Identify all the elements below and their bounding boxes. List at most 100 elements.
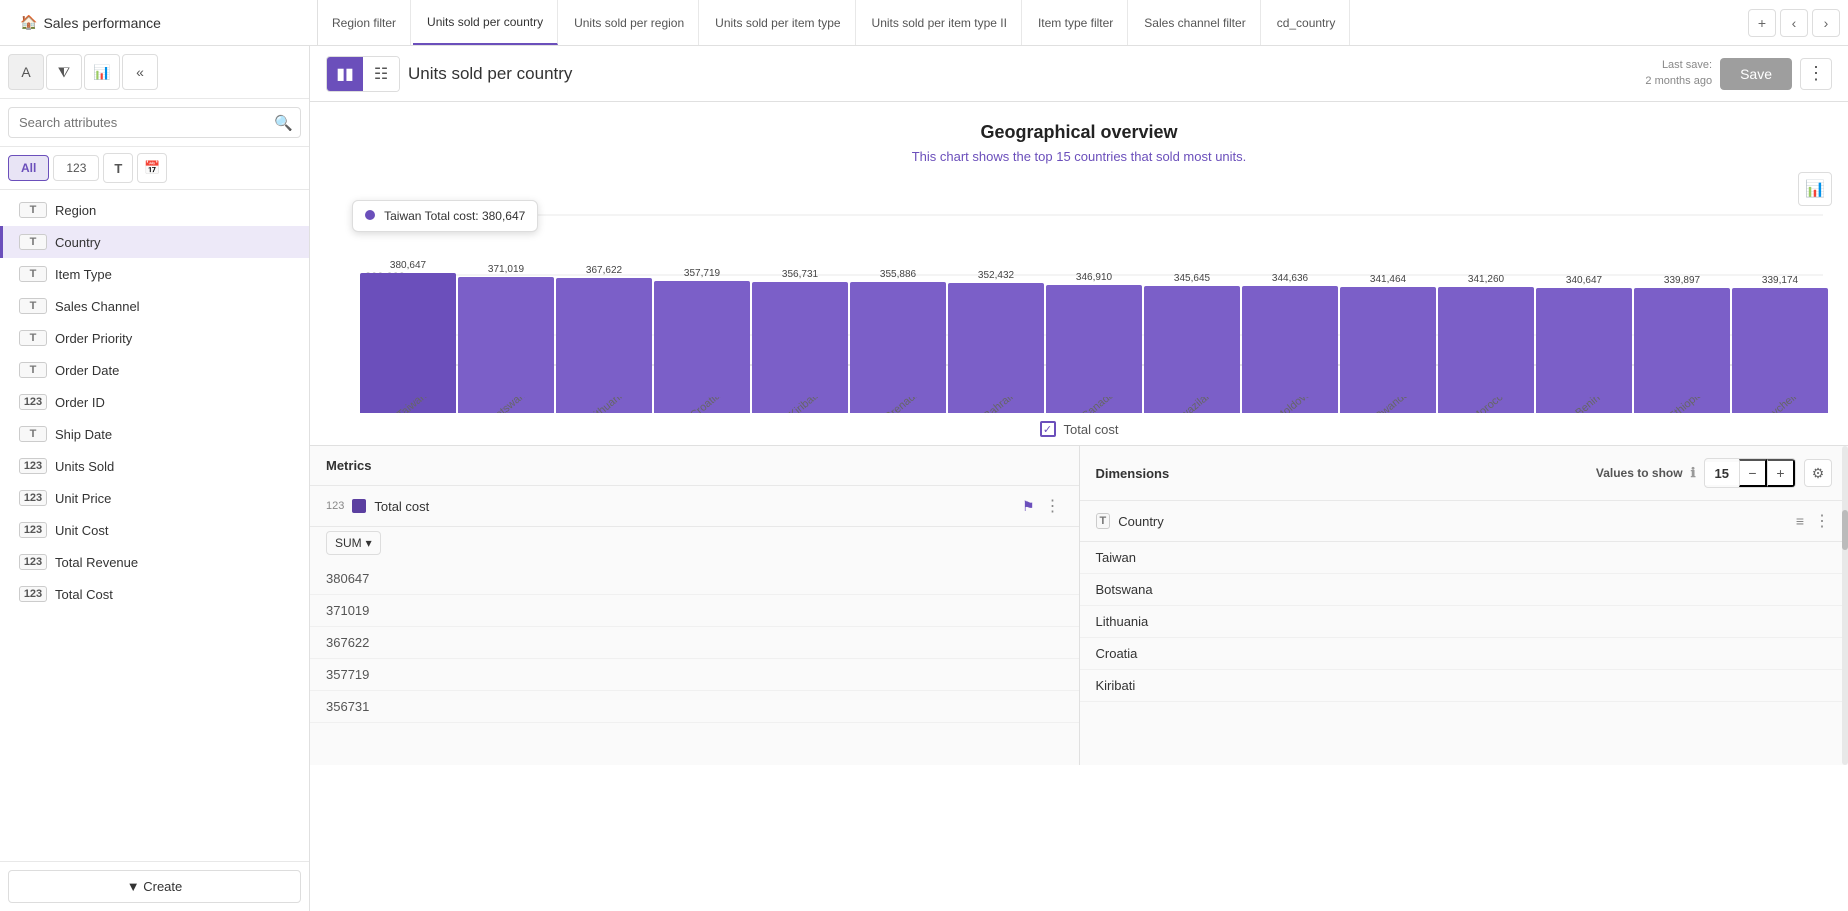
item-label: Ship Date xyxy=(55,427,112,442)
type-icon: T xyxy=(19,266,47,282)
sidebar-item-unit-price[interactable]: 123 Unit Price xyxy=(0,482,309,514)
chart-legend: Total cost xyxy=(310,413,1848,445)
scrollbar[interactable] xyxy=(1842,446,1848,765)
sidebar-item-region[interactable]: T Region xyxy=(0,194,309,226)
bar-benin[interactable] xyxy=(1536,288,1632,413)
type-icon: 123 xyxy=(19,522,47,538)
dimension-data-rows: TaiwanBotswanaLithuaniaCroatiaKiribati xyxy=(1080,542,1848,765)
add-tab-button[interactable]: + xyxy=(1748,9,1776,37)
metric-more-button[interactable]: ⋮ xyxy=(1043,496,1063,516)
filter-tool[interactable]: ⧨ xyxy=(46,54,82,90)
metrics-panel: Metrics 123 Total cost ⚑ ⋮ SUM ▾ xyxy=(310,446,1080,765)
next-tab-button[interactable]: › xyxy=(1812,9,1840,37)
aggregation-dropdown[interactable]: SUM ▾ xyxy=(326,531,381,555)
sidebar-item-sales-channel[interactable]: T Sales Channel xyxy=(0,290,309,322)
bar-swaziland[interactable] xyxy=(1144,286,1240,413)
bar-rwanda[interactable] xyxy=(1340,287,1436,413)
bar-croatia[interactable] xyxy=(654,281,750,413)
dimension-sort-icon[interactable]: ≡ xyxy=(1796,513,1804,529)
bar-chart-view-button[interactable]: ▮▮ xyxy=(327,57,363,91)
sidebar-item-item-type[interactable]: T Item Type xyxy=(0,258,309,290)
increment-button[interactable]: + xyxy=(1767,459,1795,487)
sidebar-item-country[interactable]: T Country xyxy=(0,226,309,258)
sidebar-item-order-id[interactable]: 123 Order ID xyxy=(0,386,309,418)
metric-filter-icon[interactable]: ⚑ xyxy=(1022,498,1035,515)
tab-units-per-country[interactable]: Units sold per country xyxy=(413,0,558,45)
table-row: 371019 xyxy=(310,595,1079,627)
data-rows: 380647371019367622357719356731 xyxy=(310,563,1079,765)
item-label: Unit Price xyxy=(55,491,111,506)
type-icon: T xyxy=(19,234,47,250)
sidebar-item-ship-date[interactable]: T Ship Date xyxy=(0,418,309,450)
tab-item-type-filter[interactable]: Item type filter xyxy=(1024,0,1128,45)
more-options-button[interactable]: ⋮ xyxy=(1800,58,1832,90)
text-filter-tool[interactable]: A xyxy=(8,54,44,90)
bar-grenada[interactable] xyxy=(850,282,946,413)
create-button[interactable]: ▼ Create xyxy=(8,870,301,903)
type-icon: T xyxy=(19,426,47,442)
search-icon[interactable]: 🔍 xyxy=(274,114,293,132)
dropdown-chevron-icon: ▾ xyxy=(366,536,372,550)
filter-all-button[interactable]: All xyxy=(8,155,49,181)
info-icon[interactable]: ℹ xyxy=(1691,465,1696,481)
sidebar-item-units-sold[interactable]: 123 Units Sold xyxy=(0,450,309,482)
item-label: Order Priority xyxy=(55,331,132,346)
app-icon: 🏠 xyxy=(20,14,37,31)
sidebar-item-order-date[interactable]: T Order Date xyxy=(0,354,309,386)
app-title: 🏠 Sales performance xyxy=(8,0,318,45)
tab-sales-channel-filter[interactable]: Sales channel filter xyxy=(1130,0,1260,45)
values-count-input: 15 − + xyxy=(1704,458,1796,488)
filter-date-button[interactable]: 📅 xyxy=(137,153,167,183)
bar-taiwan[interactable] xyxy=(360,273,456,413)
filter-num-button[interactable]: 123 xyxy=(53,155,99,181)
metrics-header: Metrics xyxy=(326,458,372,473)
chart-heading: Geographical overview xyxy=(330,122,1828,143)
table-row: Taiwan xyxy=(1080,542,1848,574)
item-label: Total Cost xyxy=(55,587,113,602)
filter-text-button[interactable]: T xyxy=(103,153,133,183)
bar-canada[interactable] xyxy=(1046,285,1142,413)
bar-morocco[interactable] xyxy=(1438,287,1534,413)
tab-region-filter[interactable]: Region filter xyxy=(318,0,411,45)
bar-bahrain[interactable] xyxy=(948,283,1044,413)
table-row: Kiribati xyxy=(1080,670,1848,702)
dimensions-header: Dimensions xyxy=(1096,466,1170,481)
bar-ethiopia[interactable] xyxy=(1634,288,1730,413)
dimension-more-button[interactable]: ⋮ xyxy=(1812,511,1832,531)
bar-lithuania[interactable] xyxy=(556,278,652,413)
bar-moldova[interactable] xyxy=(1242,286,1338,413)
table-row: Croatia xyxy=(1080,638,1848,670)
tab-units-per-item-type-ii[interactable]: Units sold per item type II xyxy=(858,0,1022,45)
bar-kiribati[interactable] xyxy=(752,282,848,413)
sidebar-item-unit-cost[interactable]: 123 Unit Cost xyxy=(0,514,309,546)
chart-tool[interactable]: 📊 xyxy=(84,54,120,90)
dimensions-panel: Dimensions Values to show ℹ 15 − + ⚙ xyxy=(1080,446,1848,765)
metric-name: Total cost xyxy=(374,499,1014,514)
search-input[interactable] xyxy=(8,107,301,138)
tab-units-per-region[interactable]: Units sold per region xyxy=(560,0,699,45)
type-icon: 123 xyxy=(19,554,47,570)
bar-seychelles[interactable] xyxy=(1732,288,1828,413)
type-icon: 123 xyxy=(19,458,47,474)
sidebar-item-total-cost[interactable]: 123 Total Cost xyxy=(0,578,309,610)
settings-button[interactable]: ⚙ xyxy=(1804,459,1832,487)
bar-botswana[interactable] xyxy=(458,277,554,413)
legend-checkbox[interactable] xyxy=(1040,421,1056,437)
view-toggle: ▮▮ ☷ xyxy=(326,56,400,92)
table-view-button[interactable]: ☷ xyxy=(363,57,399,91)
scrollbar-thumb[interactable] xyxy=(1842,510,1848,550)
tab-units-per-item-type[interactable]: Units sold per item type xyxy=(701,0,855,45)
type-icon: T xyxy=(19,362,47,378)
sidebar-item-order-priority[interactable]: T Order Priority xyxy=(0,322,309,354)
type-icon: 123 xyxy=(19,394,47,410)
decrement-button[interactable]: − xyxy=(1739,459,1767,487)
sidebar-item-total-revenue[interactable]: 123 Total Revenue xyxy=(0,546,309,578)
prev-tab-button[interactable]: ‹ xyxy=(1780,9,1808,37)
item-label: Total Revenue xyxy=(55,555,138,570)
collapse-tool[interactable]: « xyxy=(122,54,158,90)
dimension-type-icon: T xyxy=(1096,513,1111,529)
tab-cd-country[interactable]: cd_country xyxy=(1263,0,1351,45)
save-button[interactable]: Save xyxy=(1720,58,1792,90)
values-count-display: 15 xyxy=(1705,462,1739,485)
item-label: Item Type xyxy=(55,267,112,282)
